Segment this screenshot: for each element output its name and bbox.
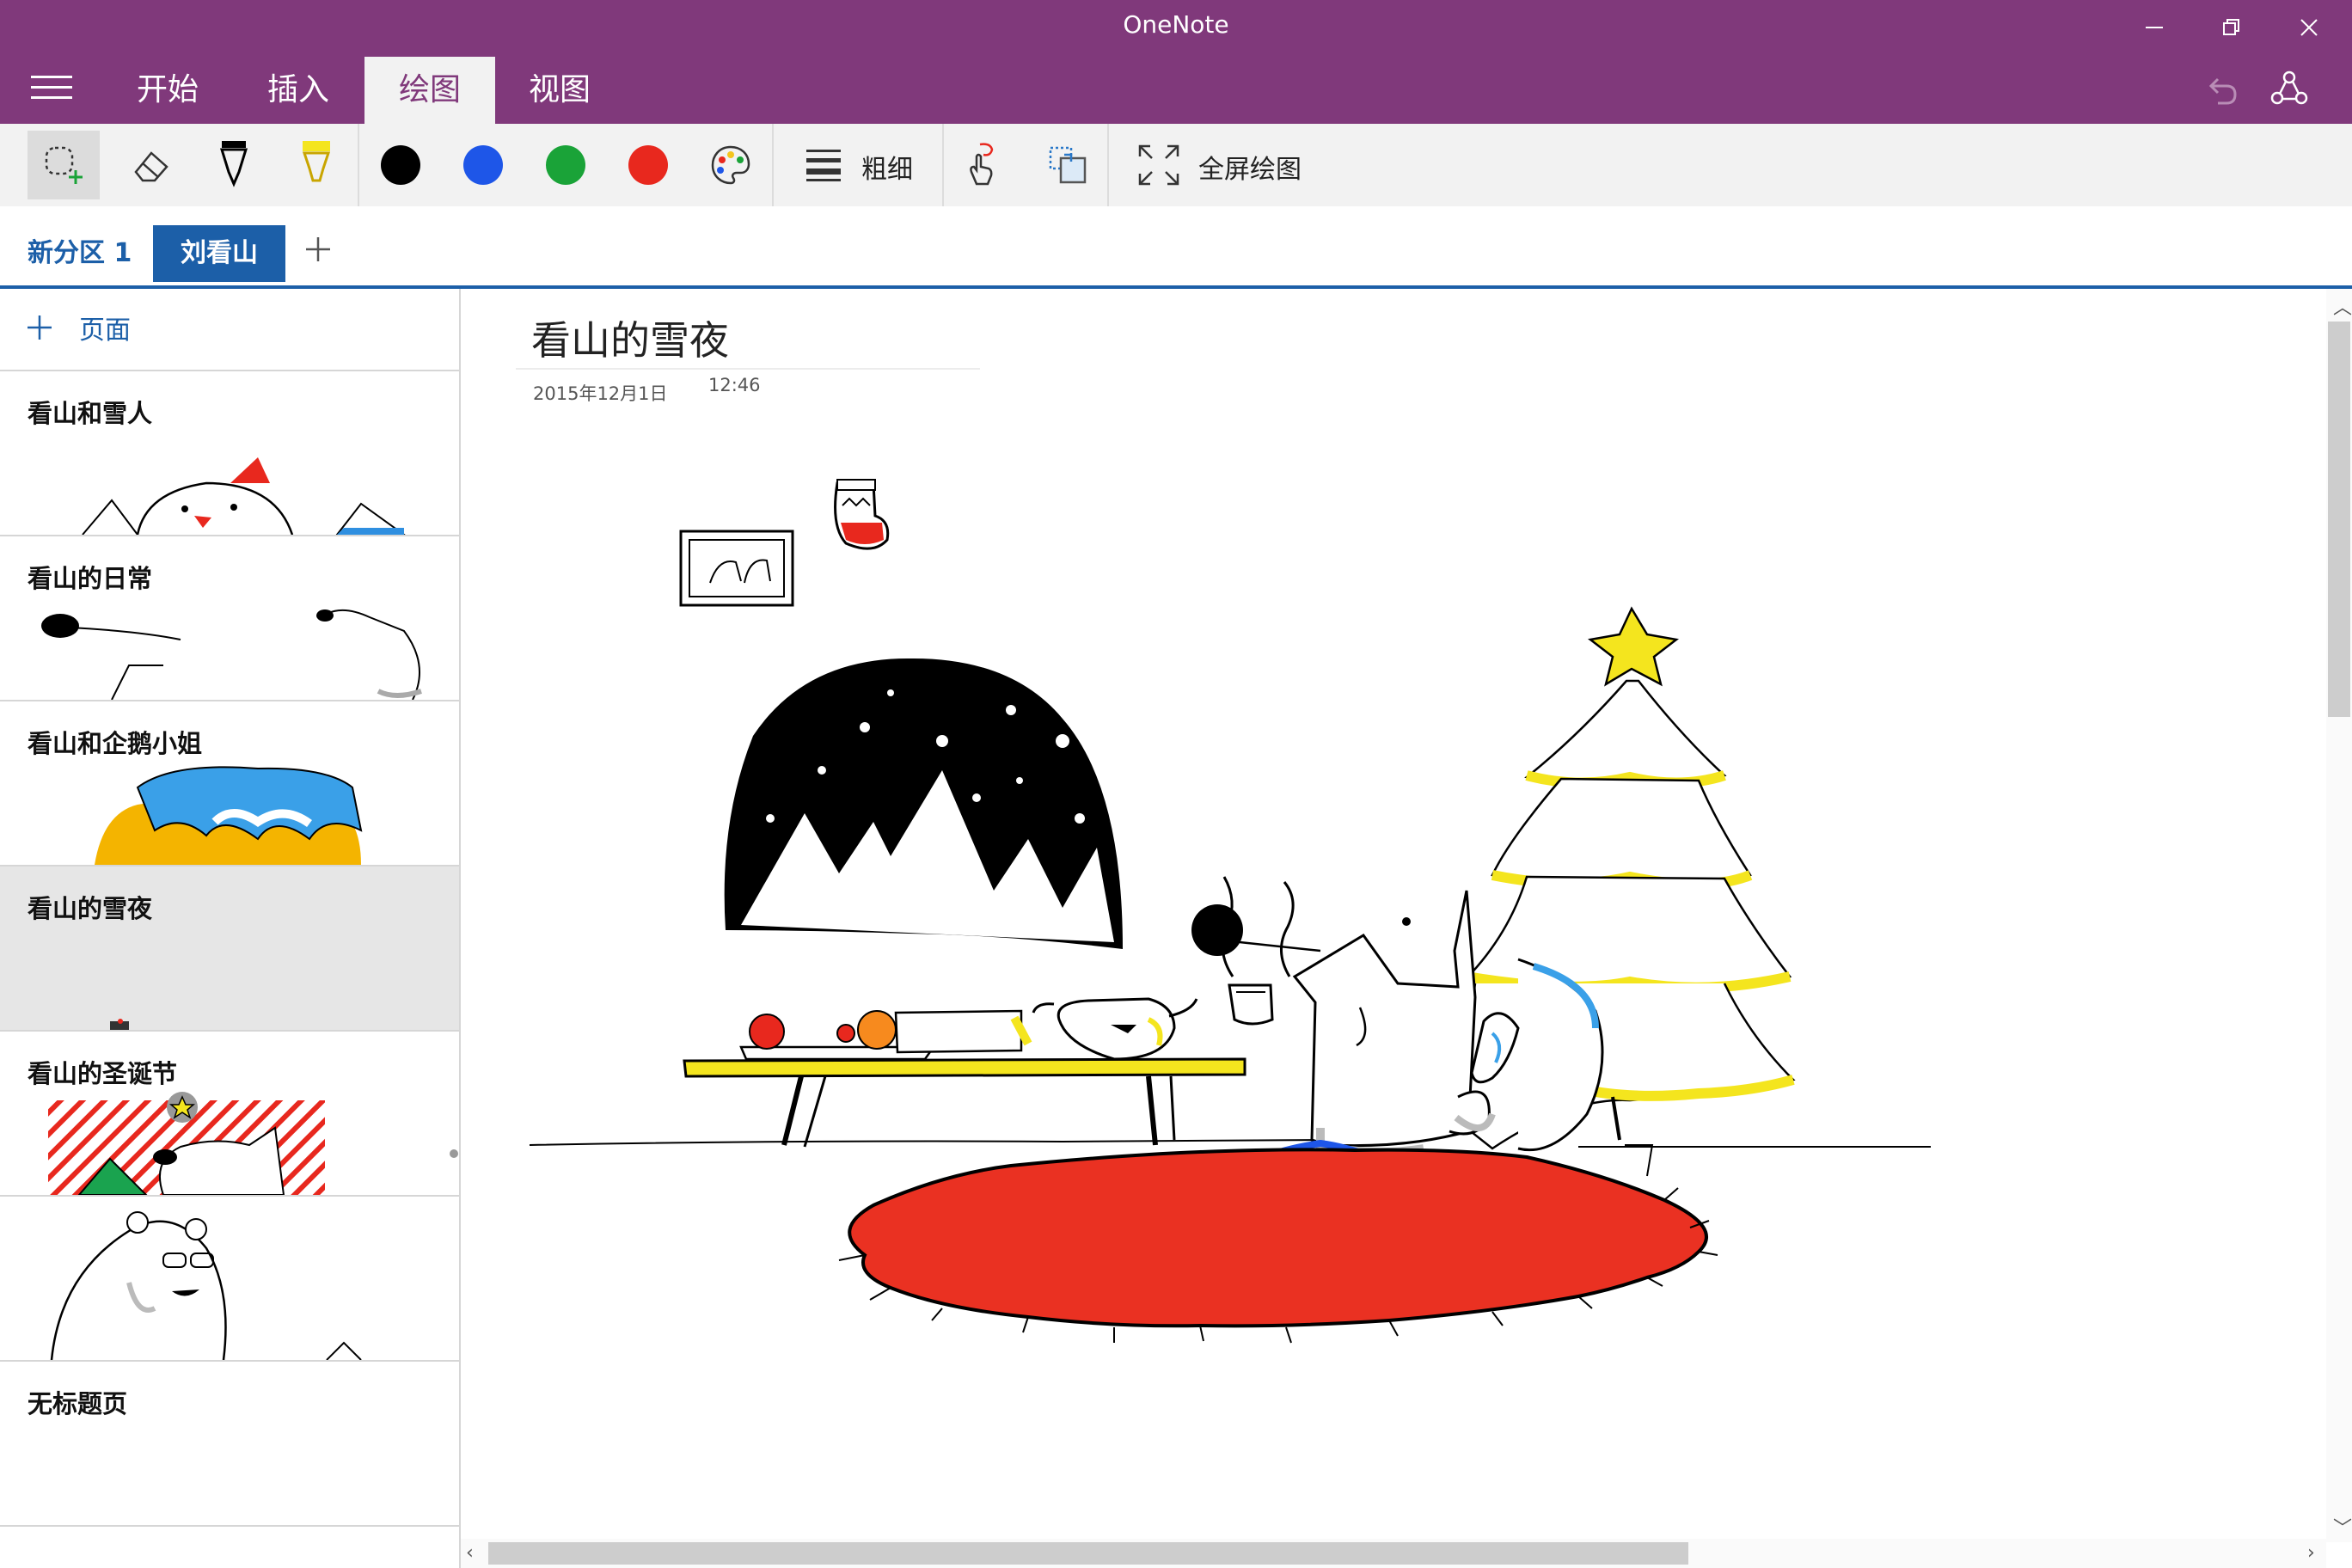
ink-to-shape-icon [1049,146,1087,184]
minimize-button[interactable] [2120,5,2189,50]
scroll-down-icon[interactable]: ﹀ [2333,1513,2352,1540]
page-title: 看山的圣诞节 [28,1059,178,1088]
page-thumbnail [82,457,406,535]
title-bar: OneNote 开始 插入 绘图 视图 [0,0,2352,124]
scroll-left-icon[interactable]: ‹ [466,1542,474,1564]
thickness-label[interactable]: 粗细 [861,148,913,186]
color-swatch [381,145,420,185]
fullscreen-icon [1138,144,1179,186]
scroll-up-icon[interactable]: ︿ [2333,292,2352,320]
fullscreen-draw-button[interactable] [1123,131,1195,199]
app-title: OneNote [1123,10,1229,39]
framed-picture [679,530,794,607]
eraser-button[interactable] [115,131,187,199]
share-icon [2270,70,2308,105]
page-title: 看山的日常 [28,564,153,593]
color-palette-button[interactable] [695,131,767,199]
tab-home[interactable]: 开始 [122,57,213,124]
color-swatch [463,145,503,185]
page-item[interactable]: 看山和雪人 [0,370,459,535]
undo-icon [2208,77,2237,105]
undo-button[interactable] [2201,69,2244,112]
plus-icon [28,315,52,340]
red-rug [838,1148,1718,1344]
add-section-button[interactable] [301,232,335,266]
pen-button[interactable] [198,131,270,199]
highlighter-icon [302,141,331,182]
horizontal-scroll-thumb[interactable] [488,1542,1688,1565]
tab-view[interactable]: 视图 [514,57,605,124]
color-blue-button[interactable] [447,131,519,199]
thickness-button[interactable] [787,131,860,199]
tab-draw[interactable]: 绘图 [364,57,495,124]
minimize-icon [2146,27,2163,28]
pen-icon [219,141,248,187]
lasso-select-icon [45,146,83,184]
night-window [724,658,1123,949]
section-tab-new-section-1[interactable]: 新分区 1 [0,225,159,282]
close-button[interactable] [2275,5,2343,50]
fullscreen-draw-label[interactable]: 全屏绘图 [1198,148,1302,186]
section-tab-liukanshan[interactable]: 刘看山 [153,225,285,282]
page-title: 看山和雪人 [28,399,153,428]
plus-icon [306,237,330,261]
ink-to-shape-button[interactable] [1032,131,1104,199]
color-palette-icon [711,145,750,185]
note-canvas[interactable]: 看山的雪夜 2015年12月1日 12:46 [461,289,2326,1539]
ink-to-text-icon [970,143,994,186]
pages-pane: 页面 看山和雪人 看山的日常 看山和企鹅小姐 看山的雪夜 看山的圣诞节 无标题页 [0,289,461,1568]
page-thumbnail [95,766,363,865]
page-thumbnail [48,1092,458,1195]
color-green-button[interactable] [530,131,602,199]
color-swatch [546,145,585,185]
thickness-icon [806,150,841,181]
page-title: 看山和企鹅小姐 [28,729,203,758]
ink-drawing[interactable] [461,289,2326,1539]
section-tabs: 新分区 1 刘看山 [0,206,2352,289]
scroll-right-icon[interactable]: › [2307,1542,2315,1564]
tab-insert[interactable]: 插入 [253,57,344,124]
add-page-label: 页面 [79,315,131,346]
add-page-button[interactable]: 页面 [26,306,131,349]
horizontal-scrollbar[interactable]: ‹ › [461,1539,2326,1568]
close-icon [2300,19,2318,36]
page-item[interactable]: 看山的日常 [0,535,459,700]
vertical-scroll-thumb[interactable] [2328,322,2350,717]
vertical-scrollbar[interactable]: ︿ ﹀ [2326,289,2352,1542]
page-item[interactable]: 看山的圣诞节 [0,1030,459,1195]
color-red-button[interactable] [612,131,684,199]
page-item[interactable]: 无标题页 [0,1360,459,1525]
restore-icon [2223,19,2239,35]
highlighter-button[interactable] [280,131,352,199]
hamburger-menu-icon[interactable] [31,76,72,101]
eraser-icon [134,151,168,182]
share-button[interactable] [2268,67,2311,110]
ink-to-text-button[interactable] [946,131,1018,199]
page-item[interactable]: 看山的雪夜 [0,865,459,1030]
page-title: 看山的雪夜 [28,894,153,923]
christmas-stocking [834,479,890,550]
page-thumbnail [110,1019,129,1030]
page-title: 无标题页 [28,1389,128,1418]
page-thumbnail [50,1211,362,1360]
page-thumbnail [41,609,422,700]
color-black-button[interactable] [364,131,437,199]
color-swatch [628,145,668,185]
page-item[interactable]: 看山和企鹅小姐 [0,700,459,865]
page-item[interactable] [0,1195,459,1360]
draw-toolbar: 粗细 全屏绘图 [0,124,2352,208]
restore-button[interactable] [2197,5,2266,50]
lasso-select-button[interactable] [28,131,100,199]
